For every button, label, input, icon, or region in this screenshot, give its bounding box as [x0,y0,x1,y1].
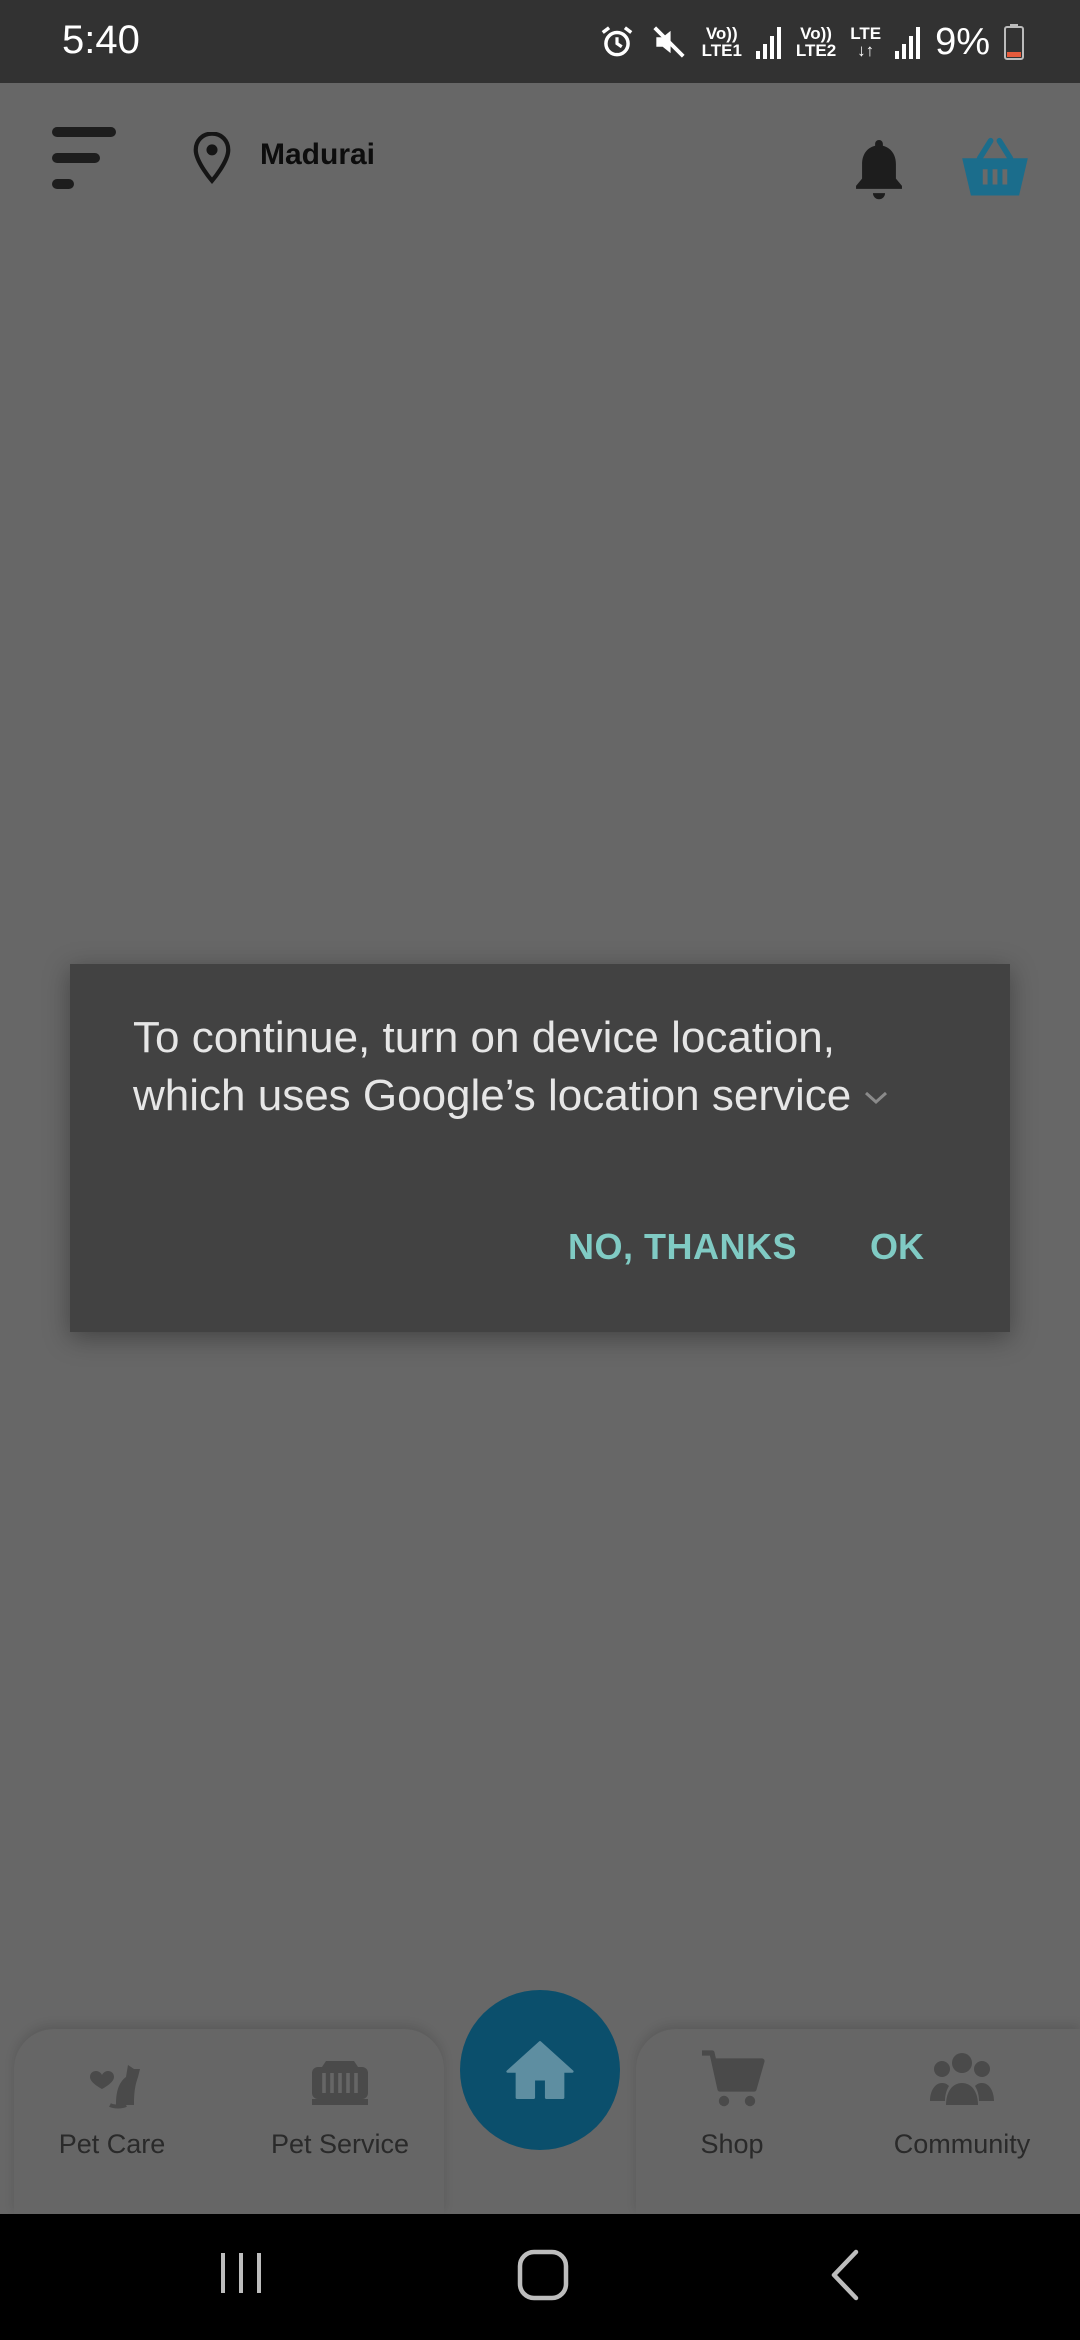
menu-icon[interactable] [52,123,118,193]
nav-label-pet-service: Pet Service [270,2129,410,2159]
mute-icon [653,26,685,58]
ok-button[interactable]: OK [870,1226,924,1268]
data-label: LTE ↓↑ [850,24,882,60]
chevron-down-icon[interactable] [863,1090,889,1106]
basket-icon[interactable] [960,135,1030,199]
home-icon [506,2041,574,2099]
home-button[interactable] [460,1990,620,2150]
notification-bell-icon[interactable] [850,135,908,203]
location-pin-icon [193,132,231,184]
bottom-navigation: Pet Care Pet Service Shop Community [0,1990,1080,2214]
no-thanks-button[interactable]: NO, THANKS [568,1226,797,1268]
system-navigation-bar [0,2214,1080,2340]
back-icon[interactable] [826,2248,866,2302]
nav-label-shop: Shop [700,2129,764,2159]
pet-care-icon [90,2065,140,2109]
nav-item-pet-care[interactable]: Pet Care [12,2045,212,2160]
location-label[interactable]: Madurai [260,138,375,172]
status-bar: 5:40 Vo)) LTE1 Vo)) LTE2 LTE ↓↑ 9% [0,0,1080,83]
location-permission-dialog: To continue, turn on device location, wh… [70,964,1010,1332]
community-icon [930,2053,994,2105]
nav-item-shop[interactable]: Shop [632,2045,832,2160]
nav-label-pet-care: Pet Care [58,2129,166,2159]
signal-icon [895,27,921,59]
status-icons: Vo)) LTE1 Vo)) LTE2 LTE ↓↑ 9% [598,16,1024,68]
sim2-label: Vo)) LTE2 [795,24,837,60]
recent-apps-icon[interactable] [218,2248,264,2298]
battery-percent: 9% [935,20,990,63]
app-header: Madurai [0,83,1080,253]
nav-label-community: Community [893,2129,1031,2159]
alarm-icon [601,26,632,57]
home-nav-icon[interactable] [516,2248,570,2302]
nav-item-community[interactable]: Community [862,2045,1062,2160]
dialog-message: To continue, turn on device location, wh… [133,1009,953,1125]
nav-item-pet-service[interactable]: Pet Service [240,2045,440,2160]
cart-icon [702,2050,765,2107]
sim1-label: Vo)) LTE1 [701,24,742,60]
battery-icon [1004,24,1024,60]
status-time: 5:40 [62,18,140,62]
signal-icon [755,27,781,59]
pet-carrier-icon [312,2061,368,2105]
